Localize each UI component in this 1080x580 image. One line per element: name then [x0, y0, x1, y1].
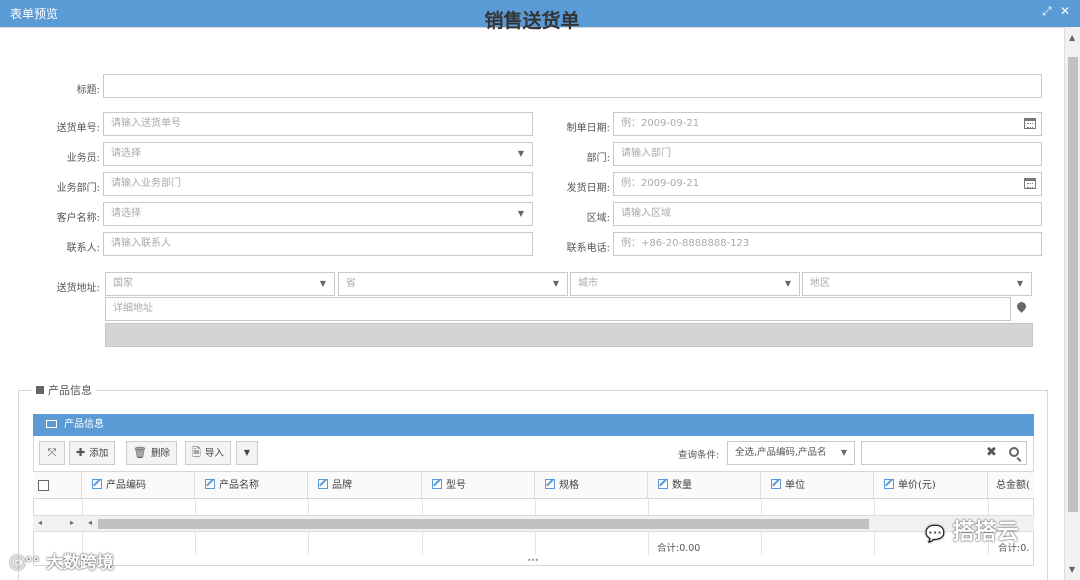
watermark-logo-icon: ⓒ°° [10, 554, 41, 572]
edit-icon [658, 479, 668, 489]
clear-icon[interactable]: ✖ [986, 445, 997, 460]
ship-date-label: 发货日期: [566, 183, 610, 194]
contact-input[interactable]: 请输入联系人 [103, 232, 533, 256]
chevron-down-icon: ▼ [840, 448, 847, 457]
query-label: 查询条件: [678, 450, 720, 461]
delete-button[interactable]: 🗑 删除 [126, 441, 177, 465]
edit-icon [318, 479, 328, 489]
department-input[interactable]: 请输入部门 [613, 142, 1042, 166]
expand-icon: ⤧ [47, 446, 57, 459]
title-label: 标题: [76, 85, 100, 96]
country-select[interactable]: 国家 ▼ [105, 272, 335, 296]
scroll-left-icon[interactable]: ◂ [88, 518, 92, 527]
col-brand[interactable]: 品牌 [308, 472, 422, 499]
product-panel-header: 产品信息 [33, 414, 1034, 436]
watermark-right: 💬 搭搭云 [925, 520, 1019, 545]
table-icon [46, 420, 57, 428]
edit-icon [205, 479, 215, 489]
col-quantity[interactable]: 数量 [648, 472, 761, 499]
salesperson-label: 业务员: [66, 153, 100, 164]
plus-icon: ✚ [76, 446, 86, 459]
province-select[interactable]: 省 ▼ [338, 272, 568, 296]
col-unit[interactable]: 单位 [761, 472, 874, 499]
delivery-no-label: 送货单号: [56, 123, 100, 134]
map-area[interactable] [105, 323, 1033, 347]
scroll-left-icon[interactable]: ◂ [38, 518, 42, 527]
customer-select[interactable]: 请选择 ▼ [103, 202, 533, 226]
phone-input[interactable]: 例：+86-20-8888888-123 [613, 232, 1042, 256]
fullscreen-button[interactable]: ⤧ [39, 441, 65, 465]
quantity-total: 合计:0.00 [657, 543, 701, 554]
chevron-down-icon: ▼ [243, 448, 251, 457]
sales-dept-label: 业务部门: [56, 183, 100, 194]
scrollbar-thumb[interactable] [98, 519, 869, 529]
search-icon[interactable] [1009, 447, 1019, 457]
scrollbar-thumb[interactable] [1068, 57, 1078, 512]
calendar-icon[interactable] [1024, 178, 1036, 189]
form-title: 销售送货单 [484, 10, 580, 32]
phone-label: 联系电话: [566, 243, 610, 254]
created-date-label: 制单日期: [566, 123, 610, 134]
import-button[interactable]: 🗎 导入 [185, 441, 231, 465]
scroll-up-icon[interactable]: ▲ [1069, 33, 1075, 42]
collapse-icon[interactable] [36, 386, 44, 394]
select-all-column [33, 472, 82, 499]
select-all-checkbox[interactable] [38, 480, 49, 491]
import-file-icon: 🗎 [192, 446, 201, 459]
department-label: 部门: [586, 153, 610, 164]
horizontal-scrollbar[interactable]: ◂ ▸ ◂ [33, 515, 1034, 532]
edit-icon [545, 479, 555, 489]
import-dropdown-button[interactable]: ▼ [236, 441, 258, 465]
chevron-down-icon: ▼ [1016, 279, 1023, 288]
wechat-icon: 💬 [925, 524, 945, 543]
created-date-input[interactable]: 例：2009-09-21 [613, 112, 1042, 136]
col-product-name[interactable]: 产品名称 [195, 472, 308, 499]
edit-icon [884, 479, 894, 489]
region-input[interactable]: 请输入区域 [613, 202, 1042, 226]
query-field-select[interactable]: 全选,产品编码,产品名 ▼ [727, 441, 855, 465]
edit-icon [92, 479, 102, 489]
contact-label: 联系人: [66, 243, 100, 254]
region-label: 区域: [586, 213, 610, 224]
scroll-right-icon[interactable]: ▸ [70, 518, 74, 527]
delivery-no-input[interactable]: 请输入送货单号 [103, 112, 533, 136]
resize-grip-icon[interactable]: ••• [527, 556, 539, 565]
col-spec[interactable]: 规格 [535, 472, 648, 499]
product-grid-header: 产品编码 产品名称 品牌 型号 规格 数量 单位 单价(元) 总金额( [33, 471, 1034, 499]
chevron-down-icon: ▼ [517, 149, 524, 158]
col-total-amount[interactable]: 总金额( [988, 472, 1034, 499]
chevron-down-icon: ▼ [319, 279, 326, 288]
query-search-input[interactable]: ✖ [861, 441, 1027, 465]
edit-icon [771, 479, 781, 489]
vertical-scrollbar[interactable]: ▲ ▼ [1064, 27, 1080, 580]
trash-icon: 🗑 [133, 446, 147, 459]
col-product-code[interactable]: 产品编码 [82, 472, 195, 499]
edit-icon [432, 479, 442, 489]
salesperson-select[interactable]: 请选择 ▼ [103, 142, 533, 166]
scroll-down-icon[interactable]: ▼ [1069, 565, 1075, 574]
calendar-icon[interactable] [1024, 118, 1036, 129]
chevron-down-icon: ▼ [784, 279, 791, 288]
chevron-down-icon: ▼ [517, 209, 524, 218]
chevron-down-icon: ▼ [552, 279, 559, 288]
col-unit-price[interactable]: 单价(元) [874, 472, 988, 499]
sales-dept-input[interactable]: 请输入业务部门 [103, 172, 533, 196]
district-select[interactable]: 地区 ▼ [802, 272, 1032, 296]
ship-date-input[interactable]: 例：2009-09-21 [613, 172, 1042, 196]
col-model[interactable]: 型号 [422, 472, 535, 499]
add-button[interactable]: ✚ 添加 [69, 441, 116, 465]
product-legend[interactable]: 产品信息 [32, 382, 96, 398]
address-detail-input[interactable]: 详细地址 [105, 297, 1011, 321]
city-select[interactable]: 城市 ▼ [570, 272, 800, 296]
address-label: 送货地址: [56, 283, 100, 294]
customer-label: 客户名称: [56, 213, 100, 224]
title-input[interactable] [103, 74, 1042, 98]
watermark-left: ⓒ°° 大数跨境 [10, 553, 114, 573]
